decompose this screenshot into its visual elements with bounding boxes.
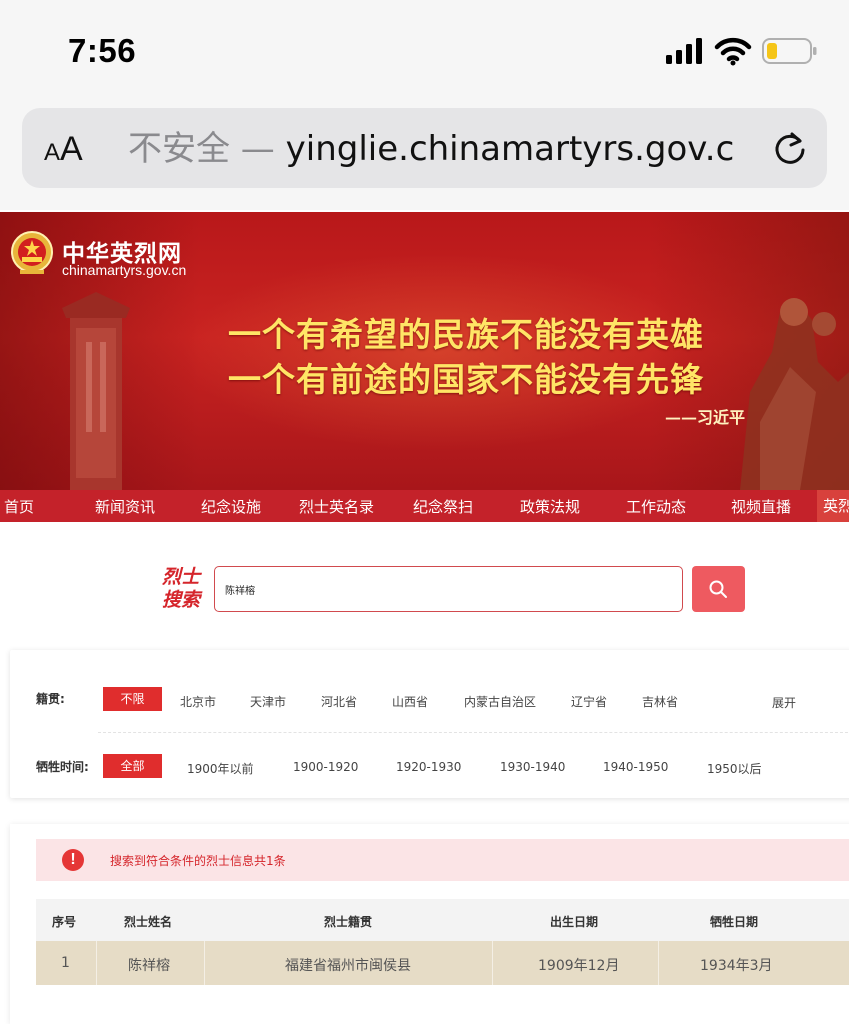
time-option-after-1950[interactable]: 1950以后 [707, 760, 762, 777]
search-input[interactable] [214, 566, 683, 612]
column-header-birth-date: 出生日期 [550, 915, 599, 929]
column-header-origin: 烈士籍贯 [324, 915, 373, 929]
statue-image [740, 298, 849, 490]
site-banner: 中华英烈网 chinamartyrs.gov.cn 一个有希望的民族不能没有英雄… [0, 212, 849, 490]
nav-item-work-updates[interactable]: 工作动态 [626, 496, 686, 517]
nav-item-heroes[interactable]: 英烈 [817, 490, 849, 522]
security-warning: 不安全 — [128, 129, 286, 169]
cellular-signal-icon [666, 38, 702, 64]
row-death-date: 1934年3月 [700, 958, 773, 974]
wifi-icon [714, 37, 752, 66]
alert-icon: ! [62, 849, 84, 871]
monument-image [62, 292, 130, 490]
text-size-button[interactable]: AA [44, 130, 83, 169]
search-button[interactable] [692, 566, 745, 612]
url-domain: yinglie.chinamartyrs.gov.c [285, 129, 735, 169]
column-header-index: 序号 [52, 915, 77, 929]
address-bar[interactable]: AA 不安全 — yinglie.chinamartyrs.gov.c [22, 108, 827, 188]
search-icon [709, 580, 727, 598]
main-nav: 首页 新闻资讯 纪念设施 烈士英名录 纪念祭扫 政策法规 工作动态 视频直播 英… [0, 490, 849, 522]
slogan-line-2: 一个有前途的国家不能没有先锋 [228, 360, 704, 399]
nav-item-home[interactable]: 首页 [4, 496, 34, 517]
filter-panel: 籍贯: 不限 北京市 天津市 河北省 山西省 内蒙古自治区 辽宁省 吉林省 展开… [10, 650, 849, 798]
browser-toolbar: AA 不安全 — yinglie.chinamartyrs.gov.c [0, 100, 849, 210]
row-index: 1 [61, 955, 70, 971]
filter-divider [98, 732, 849, 733]
time-option-1900-1920[interactable]: 1900-1920 [293, 760, 358, 774]
results-count-text: 搜索到符合条件的烈士信息共1条 [110, 854, 286, 868]
column-header-name: 烈士姓名 [124, 915, 173, 929]
status-bar: 7:56 [0, 0, 849, 100]
slogan-author: ——习近平 [665, 408, 746, 427]
national-emblem-icon[interactable] [10, 230, 54, 276]
reload-icon[interactable] [770, 128, 810, 168]
column-header-death-date: 牺牲日期 [710, 915, 759, 929]
origin-option-beijing[interactable]: 北京市 [180, 693, 216, 710]
origin-option-inner-mongolia[interactable]: 内蒙古自治区 [464, 693, 536, 710]
row-name-link[interactable]: 陈祥榕 [128, 955, 170, 975]
nav-item-memorials[interactable]: 纪念设施 [201, 496, 261, 517]
row-birth-date: 1909年12月 [538, 958, 620, 974]
time-option-before-1900[interactable]: 1900年以前 [187, 760, 254, 777]
table-row[interactable]: 1 陈祥榕 福建省福州市闽侯县 1909年12月 1934年3月 [36, 941, 849, 985]
time-option-1930-1940[interactable]: 1930-1940 [500, 760, 565, 774]
time-option-1920-1930[interactable]: 1920-1930 [396, 760, 461, 774]
nav-item-policies[interactable]: 政策法规 [520, 496, 580, 517]
origin-option-jilin[interactable]: 吉林省 [642, 693, 678, 710]
time-option-all[interactable]: 全部 [103, 754, 162, 778]
nav-item-commemoration[interactable]: 纪念祭扫 [413, 496, 473, 517]
time-filter-label: 牺牲时间: [36, 760, 89, 774]
row-origin: 福建省福州市闽侯县 [285, 958, 411, 974]
nav-item-live-video[interactable]: 视频直播 [731, 496, 791, 517]
search-logo: 烈士 搜索 [162, 566, 201, 611]
nav-item-martyrs-list[interactable]: 烈士英名录 [299, 496, 374, 517]
slogan-line-1: 一个有希望的民族不能没有英雄 [228, 315, 704, 354]
results-table-header: 序号 烈士姓名 烈士籍贯 出生日期 牺牲日期 [36, 899, 849, 941]
site-domain: chinamartyrs.gov.cn [62, 262, 187, 278]
battery-icon [762, 38, 817, 64]
nav-item-news[interactable]: 新闻资讯 [95, 496, 155, 517]
results-notice: ! 搜索到符合条件的烈士信息共1条 [36, 839, 849, 881]
time-option-1940-1950[interactable]: 1940-1950 [603, 760, 668, 774]
origin-option-liaoning[interactable]: 辽宁省 [571, 693, 607, 710]
url-text[interactable]: 不安全 — yinglie.chinamartyrs.gov.c [128, 126, 748, 172]
origin-option-shanxi[interactable]: 山西省 [392, 693, 428, 710]
origin-option-any[interactable]: 不限 [103, 687, 162, 711]
expand-button[interactable]: 展开 [772, 694, 796, 711]
origin-option-tianjin[interactable]: 天津市 [250, 693, 286, 710]
origin-filter-label: 籍贯: [36, 692, 65, 706]
origin-option-hebei[interactable]: 河北省 [321, 693, 357, 710]
status-time: 7:56 [68, 32, 137, 69]
